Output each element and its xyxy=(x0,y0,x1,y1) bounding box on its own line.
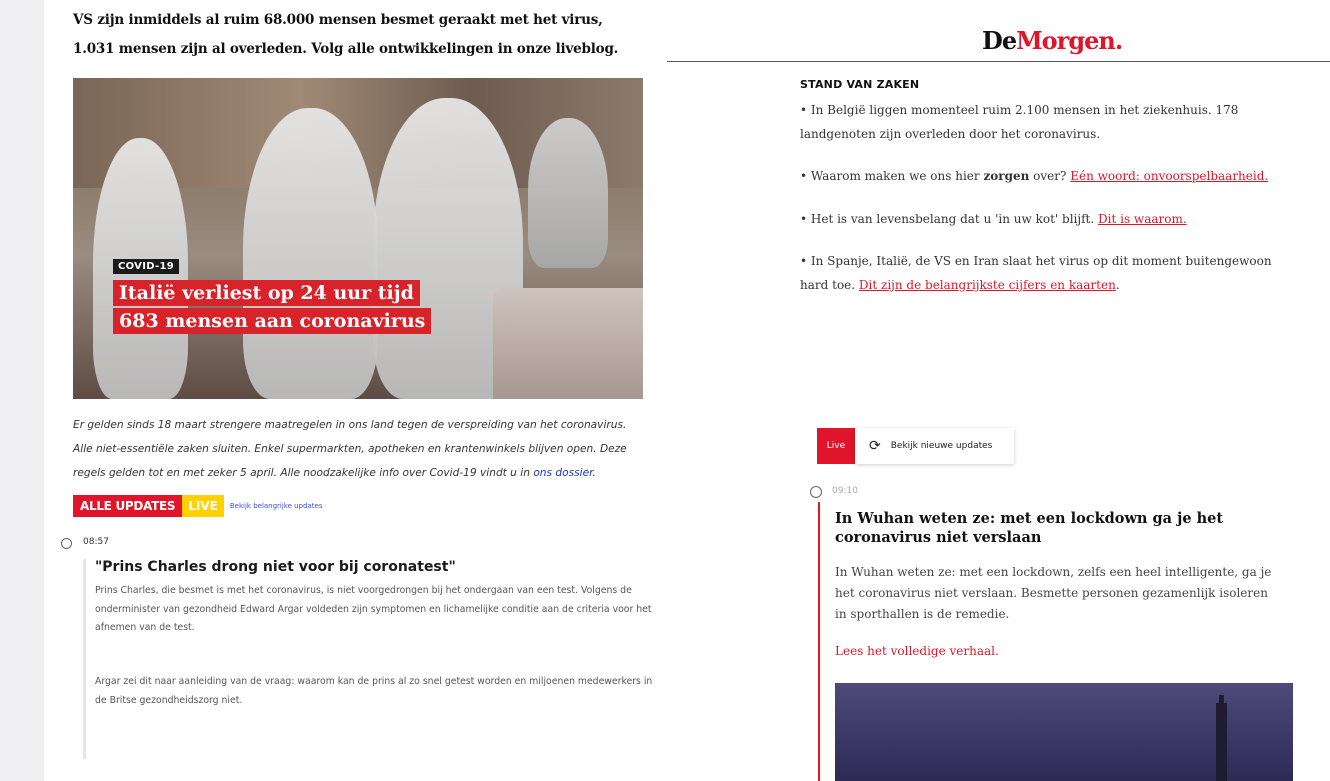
hero-headline: Italië verliest op 24 uur tijd 683 mense… xyxy=(113,280,432,336)
updates-bar: ALLE UPDATES LIVE Bekijk belangrijke upd… xyxy=(73,495,653,517)
all-updates-label[interactable]: ALLE UPDATES xyxy=(73,495,183,517)
logo-part-1: De xyxy=(982,26,1017,55)
hero-video-thumbnail[interactable]: COVID-19 Italië verliest op 24 uur tijd … xyxy=(73,78,643,399)
bullet-2: • Waarom maken we ons hier zorgen over? … xyxy=(800,165,1290,189)
live-controls: Live ⟳ Bekijk nieuwe updates xyxy=(817,428,1015,464)
new-updates-button[interactable]: ⟳ Bekijk nieuwe updates xyxy=(855,428,1015,464)
live-button[interactable]: Live xyxy=(817,428,855,464)
stand-van-zaken: STAND VAN ZAKEN • In België liggen momen… xyxy=(800,78,1290,297)
article-intro: VS zijn inmiddels al ruim 68.000 mensen … xyxy=(73,0,653,64)
bullet-4-suffix: . xyxy=(1115,277,1120,292)
bullet-1: • In België liggen momenteel ruim 2.100 … xyxy=(800,99,1290,146)
bullet-2-text: • Waarom maken we ons hier xyxy=(800,169,984,183)
hero-headline-line-2: 683 mensen aan coronavirus xyxy=(113,308,432,334)
read-more-link[interactable]: Lees het volledige verhaal. xyxy=(835,644,999,658)
live-label[interactable]: LIVE xyxy=(182,495,224,517)
new-updates-label: Bekijk nieuwe updates xyxy=(890,441,993,451)
important-updates-link[interactable]: Bekijk belangrijke updates xyxy=(230,502,323,510)
header-divider xyxy=(667,61,1330,62)
post-time: 09:10 xyxy=(832,486,858,496)
live-post: 09:10 In Wuhan weten ze: met een lockdow… xyxy=(810,484,1310,781)
bullet-3-text: • Het is van levensbelang dat u 'in uw k… xyxy=(800,211,1099,226)
post-title[interactable]: In Wuhan weten ze: met een lockdown ga j… xyxy=(835,509,1275,547)
bullet-2-link[interactable]: Eén woord: onvoorspelbaarheid. xyxy=(1070,169,1268,183)
logo-part-2: Morgen. xyxy=(1016,26,1123,55)
intro-line-2: 1.031 mensen zijn al overleden. Volg all… xyxy=(73,41,619,57)
left-article: VS zijn inmiddels al ruim 68.000 mensen … xyxy=(61,0,653,759)
hero-headline-line-1: Italië verliest op 24 uur tijd xyxy=(113,280,420,306)
bullet-1-text: • In België liggen momenteel ruim 2.100 … xyxy=(800,103,1239,141)
bullet-2-bold: zorgen xyxy=(983,169,1030,183)
section-title: STAND VAN ZAKEN xyxy=(800,78,920,91)
bullet-4-link[interactable]: Dit zijn de belangrijkste cijfers en kaa… xyxy=(859,278,1116,292)
hospital-bed xyxy=(493,288,643,399)
entry-time: 08:57 xyxy=(83,537,109,547)
intro-line-1: VS zijn inmiddels al ruim 68.000 mensen … xyxy=(73,12,603,28)
bullet-3: • Het is van levensbelang dat u 'in uw k… xyxy=(800,208,1290,232)
left-side-strip xyxy=(0,0,44,781)
entry-paragraph-2: Argar zei dit naar aanleiding van de vra… xyxy=(95,676,653,706)
bullet-2-text-2: over? xyxy=(1029,169,1071,183)
right-article: DeMorgen. STAND VAN ZAKEN • In België li… xyxy=(667,0,1330,781)
refresh-icon: ⟳ xyxy=(869,438,881,454)
entry-paragraph-1: Prins Charles, die besmet is met het cor… xyxy=(95,585,652,633)
clock-icon xyxy=(61,538,72,549)
bullet-3-link[interactable]: Dit is waarom. xyxy=(1098,212,1187,226)
post-image[interactable] xyxy=(835,683,1293,781)
figure-medic-2 xyxy=(243,108,378,399)
post-body: In Wuhan weten ze: met een lockdown, zel… xyxy=(835,565,1272,621)
clock-icon xyxy=(810,486,822,498)
entry-title: "Prins Charles drong niet voor bij coron… xyxy=(95,559,456,575)
entry-rail xyxy=(83,559,86,759)
hero-tag: COVID-19 xyxy=(113,259,179,274)
article-description: Er gelden sinds 18 maart strengere maatr… xyxy=(73,419,627,479)
bullet-4: • In Spanje, Italië, de VS en Iran slaat… xyxy=(800,250,1290,297)
figure-medic-4 xyxy=(528,118,608,268)
post-timeline xyxy=(818,502,820,781)
dossier-link[interactable]: ons dossier xyxy=(533,467,592,479)
tower-silhouette xyxy=(1216,703,1227,781)
demorgen-logo[interactable]: DeMorgen. xyxy=(982,26,1123,55)
